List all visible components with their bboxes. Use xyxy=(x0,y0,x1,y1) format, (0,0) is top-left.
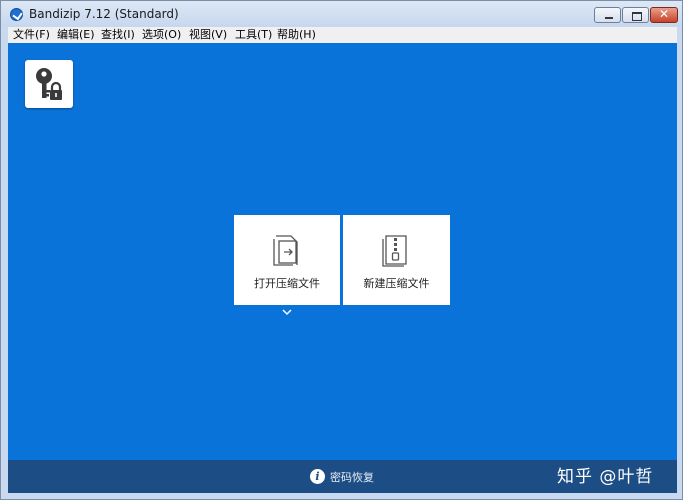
info-icon: i xyxy=(310,469,325,484)
new-archive-label: 新建压缩文件 xyxy=(363,277,430,290)
menu-file[interactable]: 文件(F) xyxy=(13,28,50,42)
close-button[interactable]: ✕ xyxy=(650,7,678,23)
key-lock-icon xyxy=(36,68,62,100)
password-manager-button[interactable] xyxy=(25,60,73,108)
password-recovery-label: 密码恢复 xyxy=(330,471,374,484)
menu-help[interactable]: 帮助(H) xyxy=(277,28,316,42)
open-archive-icon xyxy=(273,235,298,266)
app-window: Bandizip 7.12 (Standard) ✕ 文件(F) 编辑(E) 查… xyxy=(0,0,683,500)
window-title: Bandizip 7.12 (Standard) xyxy=(29,7,179,21)
new-archive-button[interactable]: 新建压缩文件 xyxy=(343,215,450,305)
new-archive-icon xyxy=(382,235,407,267)
title-bar[interactable]: Bandizip 7.12 (Standard) ✕ xyxy=(1,1,682,27)
close-icon: ✕ xyxy=(658,7,670,21)
watermark-text: 知乎 @叶哲 xyxy=(557,467,654,487)
menu-view[interactable]: 视图(V) xyxy=(189,28,227,42)
menu-edit[interactable]: 编辑(E) xyxy=(57,28,95,42)
bandizip-app-icon[interactable] xyxy=(10,8,23,21)
minimize-button[interactable] xyxy=(594,7,621,23)
menu-tools[interactable]: 工具(T) xyxy=(235,28,272,42)
menu-options[interactable]: 选项(O) xyxy=(142,28,181,42)
maximize-button[interactable] xyxy=(622,7,649,23)
chevron-down-icon[interactable] xyxy=(281,308,293,316)
menu-find[interactable]: 查找(I) xyxy=(101,28,135,42)
menu-bar: 文件(F) 编辑(E) 查找(I) 选项(O) 视图(V) 工具(T) 帮助(H… xyxy=(8,27,677,43)
open-archive-label: 打开压缩文件 xyxy=(254,277,320,290)
open-archive-button[interactable]: 打开压缩文件 xyxy=(234,215,340,305)
main-area: 打开压缩文件 新建压缩文件 xyxy=(8,43,677,460)
